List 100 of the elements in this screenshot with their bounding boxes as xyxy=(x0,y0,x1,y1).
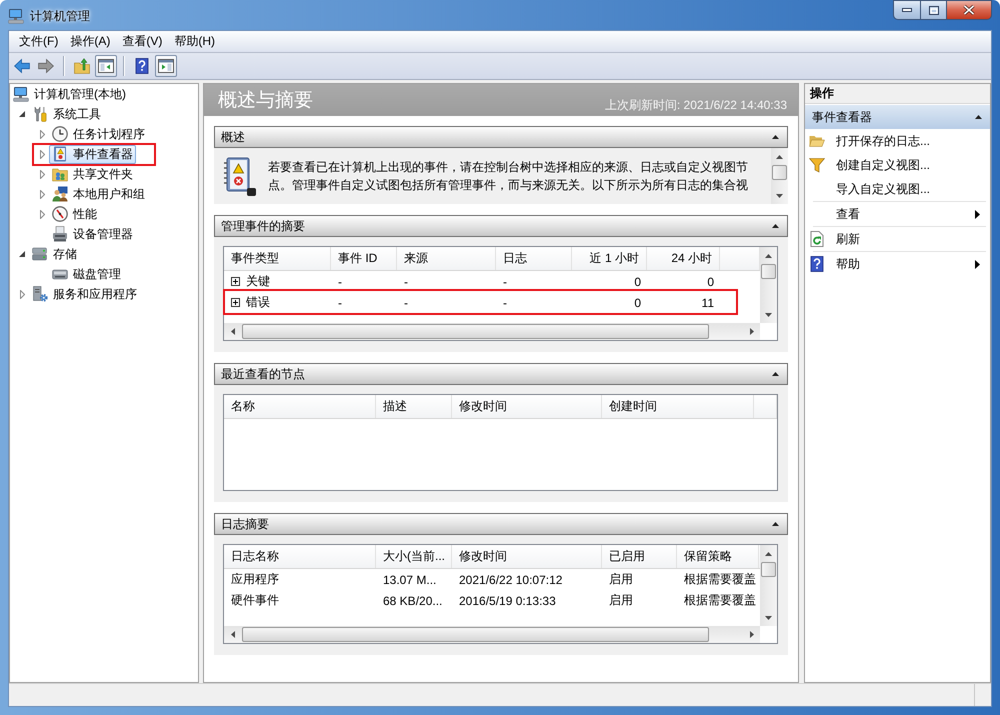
vertical-scrollbar[interactable] xyxy=(760,247,777,323)
section-header[interactable]: 日志摘要 xyxy=(214,513,788,535)
event-log-icon xyxy=(223,157,257,197)
caret-down-icon[interactable] xyxy=(19,111,25,117)
column-header[interactable]: 修改时间 xyxy=(452,545,602,568)
console-tree-button[interactable] xyxy=(95,55,117,77)
caret-down-icon[interactable] xyxy=(19,251,25,257)
shared-folder-icon xyxy=(52,166,68,182)
caret-right-icon[interactable] xyxy=(40,150,44,158)
column-header[interactable]: 日志名称 xyxy=(224,545,376,568)
event-id-text: - xyxy=(338,274,342,288)
collapse-arrow-icon[interactable] xyxy=(975,115,982,119)
retention-policy-text: 根据需要覆盖 xyxy=(684,592,756,609)
collapse-arrow-icon[interactable] xyxy=(772,135,779,139)
tree-item[interactable]: 事件查看器 xyxy=(49,144,136,164)
left-arrow-icon xyxy=(14,58,30,74)
column-header[interactable]: 创建时间 xyxy=(602,395,754,418)
scroll-thumb[interactable] xyxy=(761,562,776,577)
column-header[interactable]: 日志 xyxy=(496,247,572,270)
action-pane-button[interactable] xyxy=(155,55,177,77)
folder-icon xyxy=(809,133,825,149)
source-text: - xyxy=(404,296,408,310)
horizontal-scrollbar[interactable] xyxy=(224,626,760,643)
menu-item[interactable]: 帮助(H) xyxy=(168,32,221,51)
action-item[interactable]: 打开保存的日志... xyxy=(805,129,990,153)
collapse-arrow-icon[interactable] xyxy=(772,522,779,526)
log-name-text: 应用程序 xyxy=(231,571,279,588)
maximize-button[interactable] xyxy=(920,0,946,20)
caret-up-icon xyxy=(765,254,772,258)
tree-item[interactable]: 共享文件夹 xyxy=(49,164,136,184)
column-header[interactable]: 已启用 xyxy=(602,545,677,568)
caret-right-icon[interactable] xyxy=(40,170,44,178)
section-header[interactable]: 管理事件的摘要 xyxy=(214,215,788,237)
scroll-thumb[interactable] xyxy=(242,627,709,642)
column-header[interactable]: 名称 xyxy=(224,395,376,418)
action-item[interactable]: 创建自定义视图... xyxy=(805,153,990,177)
window-title: 计算机管理 xyxy=(30,8,90,24)
caret-down-icon xyxy=(776,194,783,198)
action-item[interactable]: 帮助 xyxy=(805,252,990,276)
scroll-thumb[interactable] xyxy=(761,264,776,279)
column-header[interactable]: 近 1 小时 xyxy=(572,247,647,270)
section-title: 事件查看器 xyxy=(812,108,872,126)
column-header[interactable]: 保留策略 xyxy=(677,545,759,568)
action-item[interactable]: 查看 xyxy=(805,202,990,226)
plus-box-icon[interactable] xyxy=(231,277,240,286)
source-text: - xyxy=(404,274,408,288)
collapse-arrow-icon[interactable] xyxy=(772,372,779,376)
tools-icon xyxy=(32,106,48,122)
column-header[interactable]: 大小(当前... xyxy=(376,545,452,568)
tree-item[interactable]: 系统工具 xyxy=(29,104,104,124)
column-header[interactable]: 修改时间 xyxy=(452,395,602,418)
menu-item[interactable]: 操作(A) xyxy=(64,32,116,51)
log-size-text: 13.07 M... xyxy=(383,572,436,586)
caret-right-icon xyxy=(750,631,754,638)
action-item[interactable]: 刷新 xyxy=(805,227,990,251)
column-header[interactable]: 事件 ID xyxy=(331,247,397,270)
event-log-icon xyxy=(52,146,68,162)
tree-item[interactable]: 任务计划程序 xyxy=(49,124,148,144)
menu-item[interactable]: 文件(F) xyxy=(13,32,64,51)
column-header[interactable]: 描述 xyxy=(376,395,452,418)
caret-right-icon[interactable] xyxy=(40,210,44,218)
plus-box-icon[interactable] xyxy=(231,298,240,307)
tree-item[interactable]: 服务和应用程序 xyxy=(29,284,140,304)
tree-item[interactable]: 计算机管理(本地) xyxy=(10,84,129,104)
close-button[interactable] xyxy=(946,0,992,20)
section-header[interactable]: 概述 xyxy=(214,126,788,148)
scroll-thumb[interactable] xyxy=(772,165,787,180)
collapse-arrow-icon[interactable] xyxy=(772,224,779,228)
pane-title: 操作 xyxy=(805,84,990,104)
log-name-text: 硬件事件 xyxy=(231,592,279,609)
vertical-scrollbar[interactable] xyxy=(760,545,777,626)
horizontal-scrollbar[interactable] xyxy=(224,323,760,340)
maximize-icon xyxy=(928,6,938,14)
column-header[interactable]: 事件类型 xyxy=(224,247,331,270)
enabled-status-text: 启用 xyxy=(609,571,633,588)
column-header[interactable]: 24 小时 xyxy=(647,247,720,270)
tree-item[interactable]: 性能 xyxy=(49,204,100,224)
tree-item[interactable]: 存储 xyxy=(29,244,80,264)
tree-item[interactable]: 磁盘管理 xyxy=(49,264,124,284)
minimize-button[interactable] xyxy=(893,0,920,20)
tree-item[interactable]: 本地用户和组 xyxy=(49,184,148,204)
panel-title: 概述与摘要 xyxy=(218,89,313,113)
tree-item[interactable]: 设备管理器 xyxy=(49,224,136,244)
event-id-text: - xyxy=(338,296,342,310)
close-icon xyxy=(963,5,975,15)
section-header[interactable]: 最近查看的节点 xyxy=(214,363,788,385)
caret-left-icon xyxy=(230,631,234,638)
caret-down-icon xyxy=(765,616,772,620)
section-title: 最近查看的节点 xyxy=(221,366,305,382)
minimize-icon xyxy=(902,8,912,12)
day-count: 0 xyxy=(707,274,714,288)
scroll-thumb[interactable] xyxy=(242,324,709,339)
caret-right-icon[interactable] xyxy=(40,190,44,198)
menu-item[interactable]: 查看(V) xyxy=(116,32,168,51)
vertical-scrollbar[interactable] xyxy=(771,148,788,204)
caret-right-icon[interactable] xyxy=(20,290,24,298)
action-item[interactable]: 导入自定义视图... xyxy=(805,177,990,201)
section-header[interactable]: 事件查看器 xyxy=(805,105,990,129)
column-header[interactable]: 来源 xyxy=(397,247,496,270)
caret-right-icon[interactable] xyxy=(40,130,44,138)
